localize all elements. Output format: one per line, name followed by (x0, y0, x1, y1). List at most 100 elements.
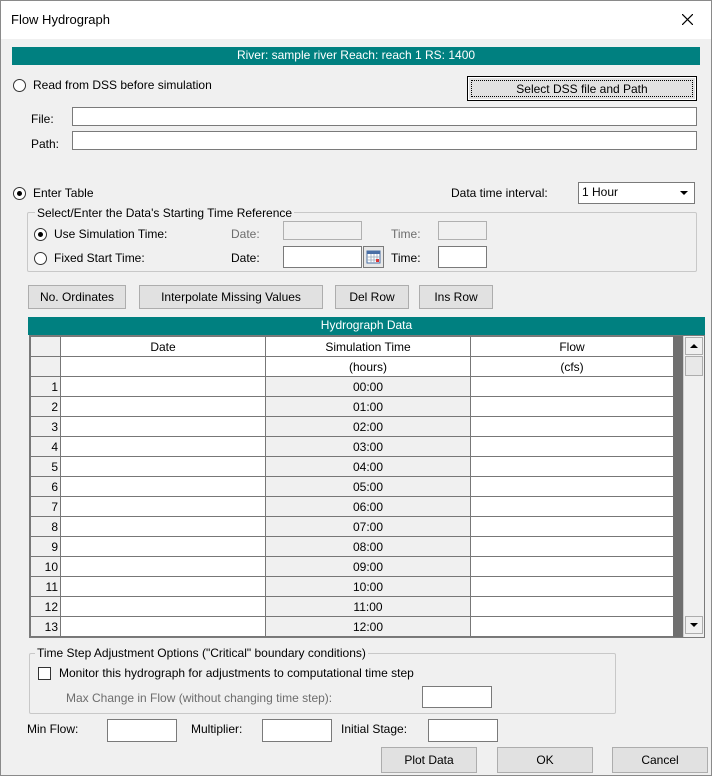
path-input[interactable] (72, 131, 697, 150)
date-cell[interactable] (60, 416, 266, 437)
date-cell[interactable] (60, 596, 266, 617)
simulation-time-cell: 11:00 (265, 596, 471, 617)
hydrograph-data-title: Hydrograph Data (28, 317, 705, 335)
multiplier-label: Multiplier: (191, 722, 243, 736)
max-change-input[interactable] (422, 686, 492, 708)
sim-date-input (283, 221, 362, 240)
min-flow-label: Min Flow: (27, 722, 79, 736)
date-cell[interactable] (60, 616, 266, 637)
fixed-time-label: Time: (391, 251, 421, 265)
flow-cell[interactable] (470, 616, 674, 637)
table-row: 12 11:00 (30, 596, 674, 617)
ins-row-button[interactable]: Ins Row (419, 285, 493, 309)
date-cell[interactable] (60, 556, 266, 577)
table-row: 7 06:00 (30, 496, 674, 517)
col-header-date: Date (60, 336, 266, 357)
select-dss-button-label: Select DSS file and Path (516, 82, 648, 96)
row-number: 10 (30, 556, 61, 577)
scroll-thumb[interactable] (685, 356, 703, 376)
flow-cell[interactable] (470, 436, 674, 457)
row-number: 5 (30, 456, 61, 477)
unit-simulation-time: (hours) (265, 356, 471, 377)
window-title: Flow Hydrograph (11, 12, 110, 27)
table-row: 10 09:00 (30, 556, 674, 577)
grid-vertical-scrollbar[interactable] (683, 336, 704, 637)
date-cell[interactable] (60, 396, 266, 417)
table-row: 4 03:00 (30, 436, 674, 457)
sim-date-label: Date: (231, 227, 260, 241)
flow-hydrograph-window: Flow Hydrograph River: sample river Reac… (0, 0, 712, 776)
arrow-up-icon (690, 344, 698, 348)
plot-data-button[interactable]: Plot Data (381, 747, 477, 773)
time-reference-title: Select/Enter the Data's Starting Time Re… (35, 206, 295, 220)
date-cell[interactable] (60, 516, 266, 537)
no-ordinates-button[interactable]: No. Ordinates (28, 285, 126, 309)
flow-cell[interactable] (470, 496, 674, 517)
flow-cell[interactable] (470, 456, 674, 477)
enter-table-label: Enter Table (33, 186, 94, 200)
calendar-button[interactable] (363, 246, 384, 268)
select-dss-button[interactable]: Select DSS file and Path (467, 76, 697, 101)
table-row: 1 00:00 (30, 376, 674, 397)
fixed-start-time-radio[interactable] (34, 252, 47, 265)
date-cell[interactable] (60, 436, 266, 457)
table-row: 3 02:00 (30, 416, 674, 437)
flow-cell[interactable] (470, 476, 674, 497)
row-number: 1 (30, 376, 61, 397)
close-icon (682, 14, 693, 25)
simulation-time-cell: 12:00 (265, 616, 471, 637)
date-cell[interactable] (60, 536, 266, 557)
multiplier-input[interactable] (262, 719, 332, 742)
use-simulation-time-radio[interactable] (34, 228, 47, 241)
interval-label: Data time interval: (451, 186, 548, 200)
simulation-time-cell: 02:00 (265, 416, 471, 437)
simulation-time-cell: 03:00 (265, 436, 471, 457)
title-bar: Flow Hydrograph (1, 1, 711, 39)
date-cell[interactable] (60, 476, 266, 497)
initial-stage-input[interactable] (428, 719, 498, 742)
grid-corner-unit (30, 356, 61, 377)
date-cell[interactable] (60, 376, 266, 397)
flow-cell[interactable] (470, 396, 674, 417)
interpolate-missing-values-button[interactable]: Interpolate Missing Values (139, 285, 323, 309)
flow-cell[interactable] (470, 576, 674, 597)
ok-button[interactable]: OK (497, 747, 593, 773)
simulation-time-cell: 05:00 (265, 476, 471, 497)
interval-value: 1 Hour (582, 185, 619, 199)
table-row: 11 10:00 (30, 576, 674, 597)
date-cell[interactable] (60, 456, 266, 477)
close-button[interactable] (665, 1, 711, 39)
row-number: 9 (30, 536, 61, 557)
row-number: 8 (30, 516, 61, 537)
flow-cell[interactable] (470, 556, 674, 577)
min-flow-input[interactable] (107, 719, 177, 742)
initial-stage-label: Initial Stage: (341, 722, 408, 736)
flow-cell[interactable] (470, 596, 674, 617)
date-cell[interactable] (60, 576, 266, 597)
cancel-button[interactable]: Cancel (612, 747, 708, 773)
use-simulation-time-label: Use Simulation Time: (54, 227, 168, 241)
scroll-down-button[interactable] (685, 616, 703, 634)
monitor-hydrograph-checkbox[interactable] (38, 667, 51, 680)
location-header: River: sample river Reach: reach 1 RS: 1… (12, 47, 700, 65)
fixed-date-label: Date: (231, 251, 260, 265)
simulation-time-cell: 00:00 (265, 376, 471, 397)
read-dss-radio[interactable] (13, 79, 26, 92)
scroll-up-button[interactable] (685, 337, 703, 355)
interval-select[interactable]: 1 Hour (578, 182, 695, 204)
flow-cell[interactable] (470, 536, 674, 557)
hydrograph-grid: Date Simulation Time Flow (hours) (cfs) … (29, 335, 705, 638)
arrow-down-icon (690, 623, 698, 627)
date-cell[interactable] (60, 496, 266, 517)
fixed-time-input[interactable] (438, 246, 487, 268)
flow-cell[interactable] (470, 516, 674, 537)
row-number: 7 (30, 496, 61, 517)
calendar-icon (366, 250, 381, 264)
flow-cell[interactable] (470, 416, 674, 437)
del-row-button[interactable]: Del Row (335, 285, 409, 309)
enter-table-radio[interactable] (13, 187, 26, 200)
flow-cell[interactable] (470, 376, 674, 397)
file-input[interactable] (72, 107, 697, 126)
fixed-date-input[interactable] (283, 246, 362, 268)
chevron-down-icon (680, 191, 688, 195)
